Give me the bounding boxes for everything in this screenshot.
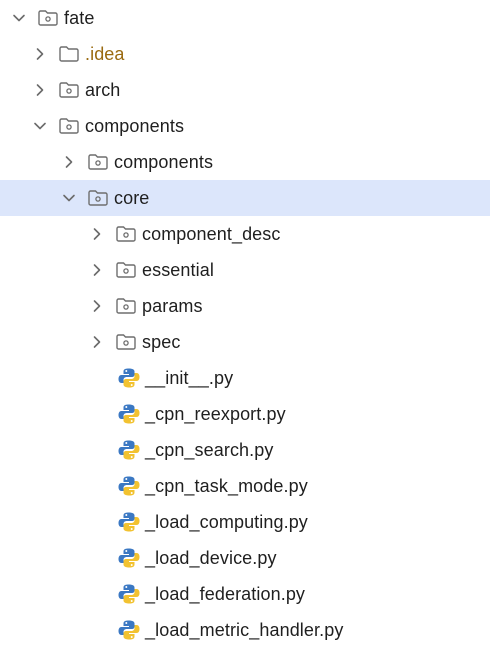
folder-icon <box>114 224 138 244</box>
chevron-down-icon[interactable] <box>60 189 78 207</box>
chevron-right-icon[interactable] <box>88 333 106 351</box>
tree-row-label: components <box>85 116 185 136</box>
chevron-down-icon[interactable] <box>31 117 49 135</box>
project-tree: fate .idea arch components components co… <box>0 0 490 652</box>
folder-icon <box>114 260 138 280</box>
folder-icon <box>114 296 138 316</box>
tree-row-label: _cpn_search.py <box>145 440 274 460</box>
tree-row-file[interactable]: _cpn_task_mode.py <box>0 468 490 504</box>
tree-row-label: fate <box>64 8 95 28</box>
folder-icon <box>86 152 110 172</box>
tree-row-components-sub[interactable]: components <box>0 144 490 180</box>
tree-row-label: essential <box>142 260 214 280</box>
tree-row-label: _load_device.py <box>145 548 277 568</box>
python-file-icon <box>117 438 141 462</box>
tree-row-file[interactable]: __init__.py <box>0 360 490 396</box>
python-file-icon <box>117 582 141 606</box>
tree-row-label: core <box>114 188 150 208</box>
python-file-icon <box>117 618 141 642</box>
tree-row-file[interactable]: _load_metric_handler.py <box>0 612 490 648</box>
tree-row-file[interactable]: _cpn_search.py <box>0 432 490 468</box>
tree-row-label: .idea <box>85 44 125 64</box>
tree-row-label: params <box>142 296 203 316</box>
chevron-right-icon[interactable] <box>31 81 49 99</box>
tree-row-arch[interactable]: arch <box>0 72 490 108</box>
tree-row-label: arch <box>85 80 121 100</box>
tree-row-file[interactable]: _load_device.py <box>0 540 490 576</box>
tree-row-label: spec <box>142 332 181 352</box>
folder-icon <box>114 332 138 352</box>
python-file-icon <box>117 474 141 498</box>
tree-row-file[interactable]: _load_computing.py <box>0 504 490 540</box>
python-file-icon <box>117 402 141 426</box>
tree-row-fate[interactable]: fate <box>0 0 490 36</box>
tree-row-components[interactable]: components <box>0 108 490 144</box>
python-file-icon <box>117 510 141 534</box>
folder-icon <box>57 44 81 64</box>
tree-row-core[interactable]: core <box>0 180 490 216</box>
tree-row-label: component_desc <box>142 224 281 244</box>
tree-row-file[interactable]: _load_federation.py <box>0 576 490 612</box>
tree-row-label: _cpn_reexport.py <box>145 404 286 424</box>
chevron-right-icon[interactable] <box>31 45 49 63</box>
folder-icon <box>36 8 60 28</box>
tree-row-idea[interactable]: .idea <box>0 36 490 72</box>
tree-row-spec[interactable]: spec <box>0 324 490 360</box>
folder-icon <box>57 80 81 100</box>
tree-row-file[interactable]: _cpn_reexport.py <box>0 396 490 432</box>
python-file-icon <box>117 546 141 570</box>
tree-row-label: _load_federation.py <box>145 584 306 604</box>
chevron-right-icon[interactable] <box>60 153 78 171</box>
tree-row-label: _cpn_task_mode.py <box>145 476 308 496</box>
tree-row-params[interactable]: params <box>0 288 490 324</box>
tree-row-label: _load_computing.py <box>145 512 308 532</box>
folder-icon <box>86 188 110 208</box>
tree-row-label: components <box>114 152 214 172</box>
tree-row-label: __init__.py <box>145 368 234 388</box>
chevron-right-icon[interactable] <box>88 261 106 279</box>
tree-row-label: _load_metric_handler.py <box>145 620 344 640</box>
chevron-down-icon[interactable] <box>10 9 28 27</box>
tree-row-component-desc[interactable]: component_desc <box>0 216 490 252</box>
chevron-right-icon[interactable] <box>88 297 106 315</box>
tree-row-essential[interactable]: essential <box>0 252 490 288</box>
folder-icon <box>57 116 81 136</box>
python-file-icon <box>117 366 141 390</box>
chevron-right-icon[interactable] <box>88 225 106 243</box>
